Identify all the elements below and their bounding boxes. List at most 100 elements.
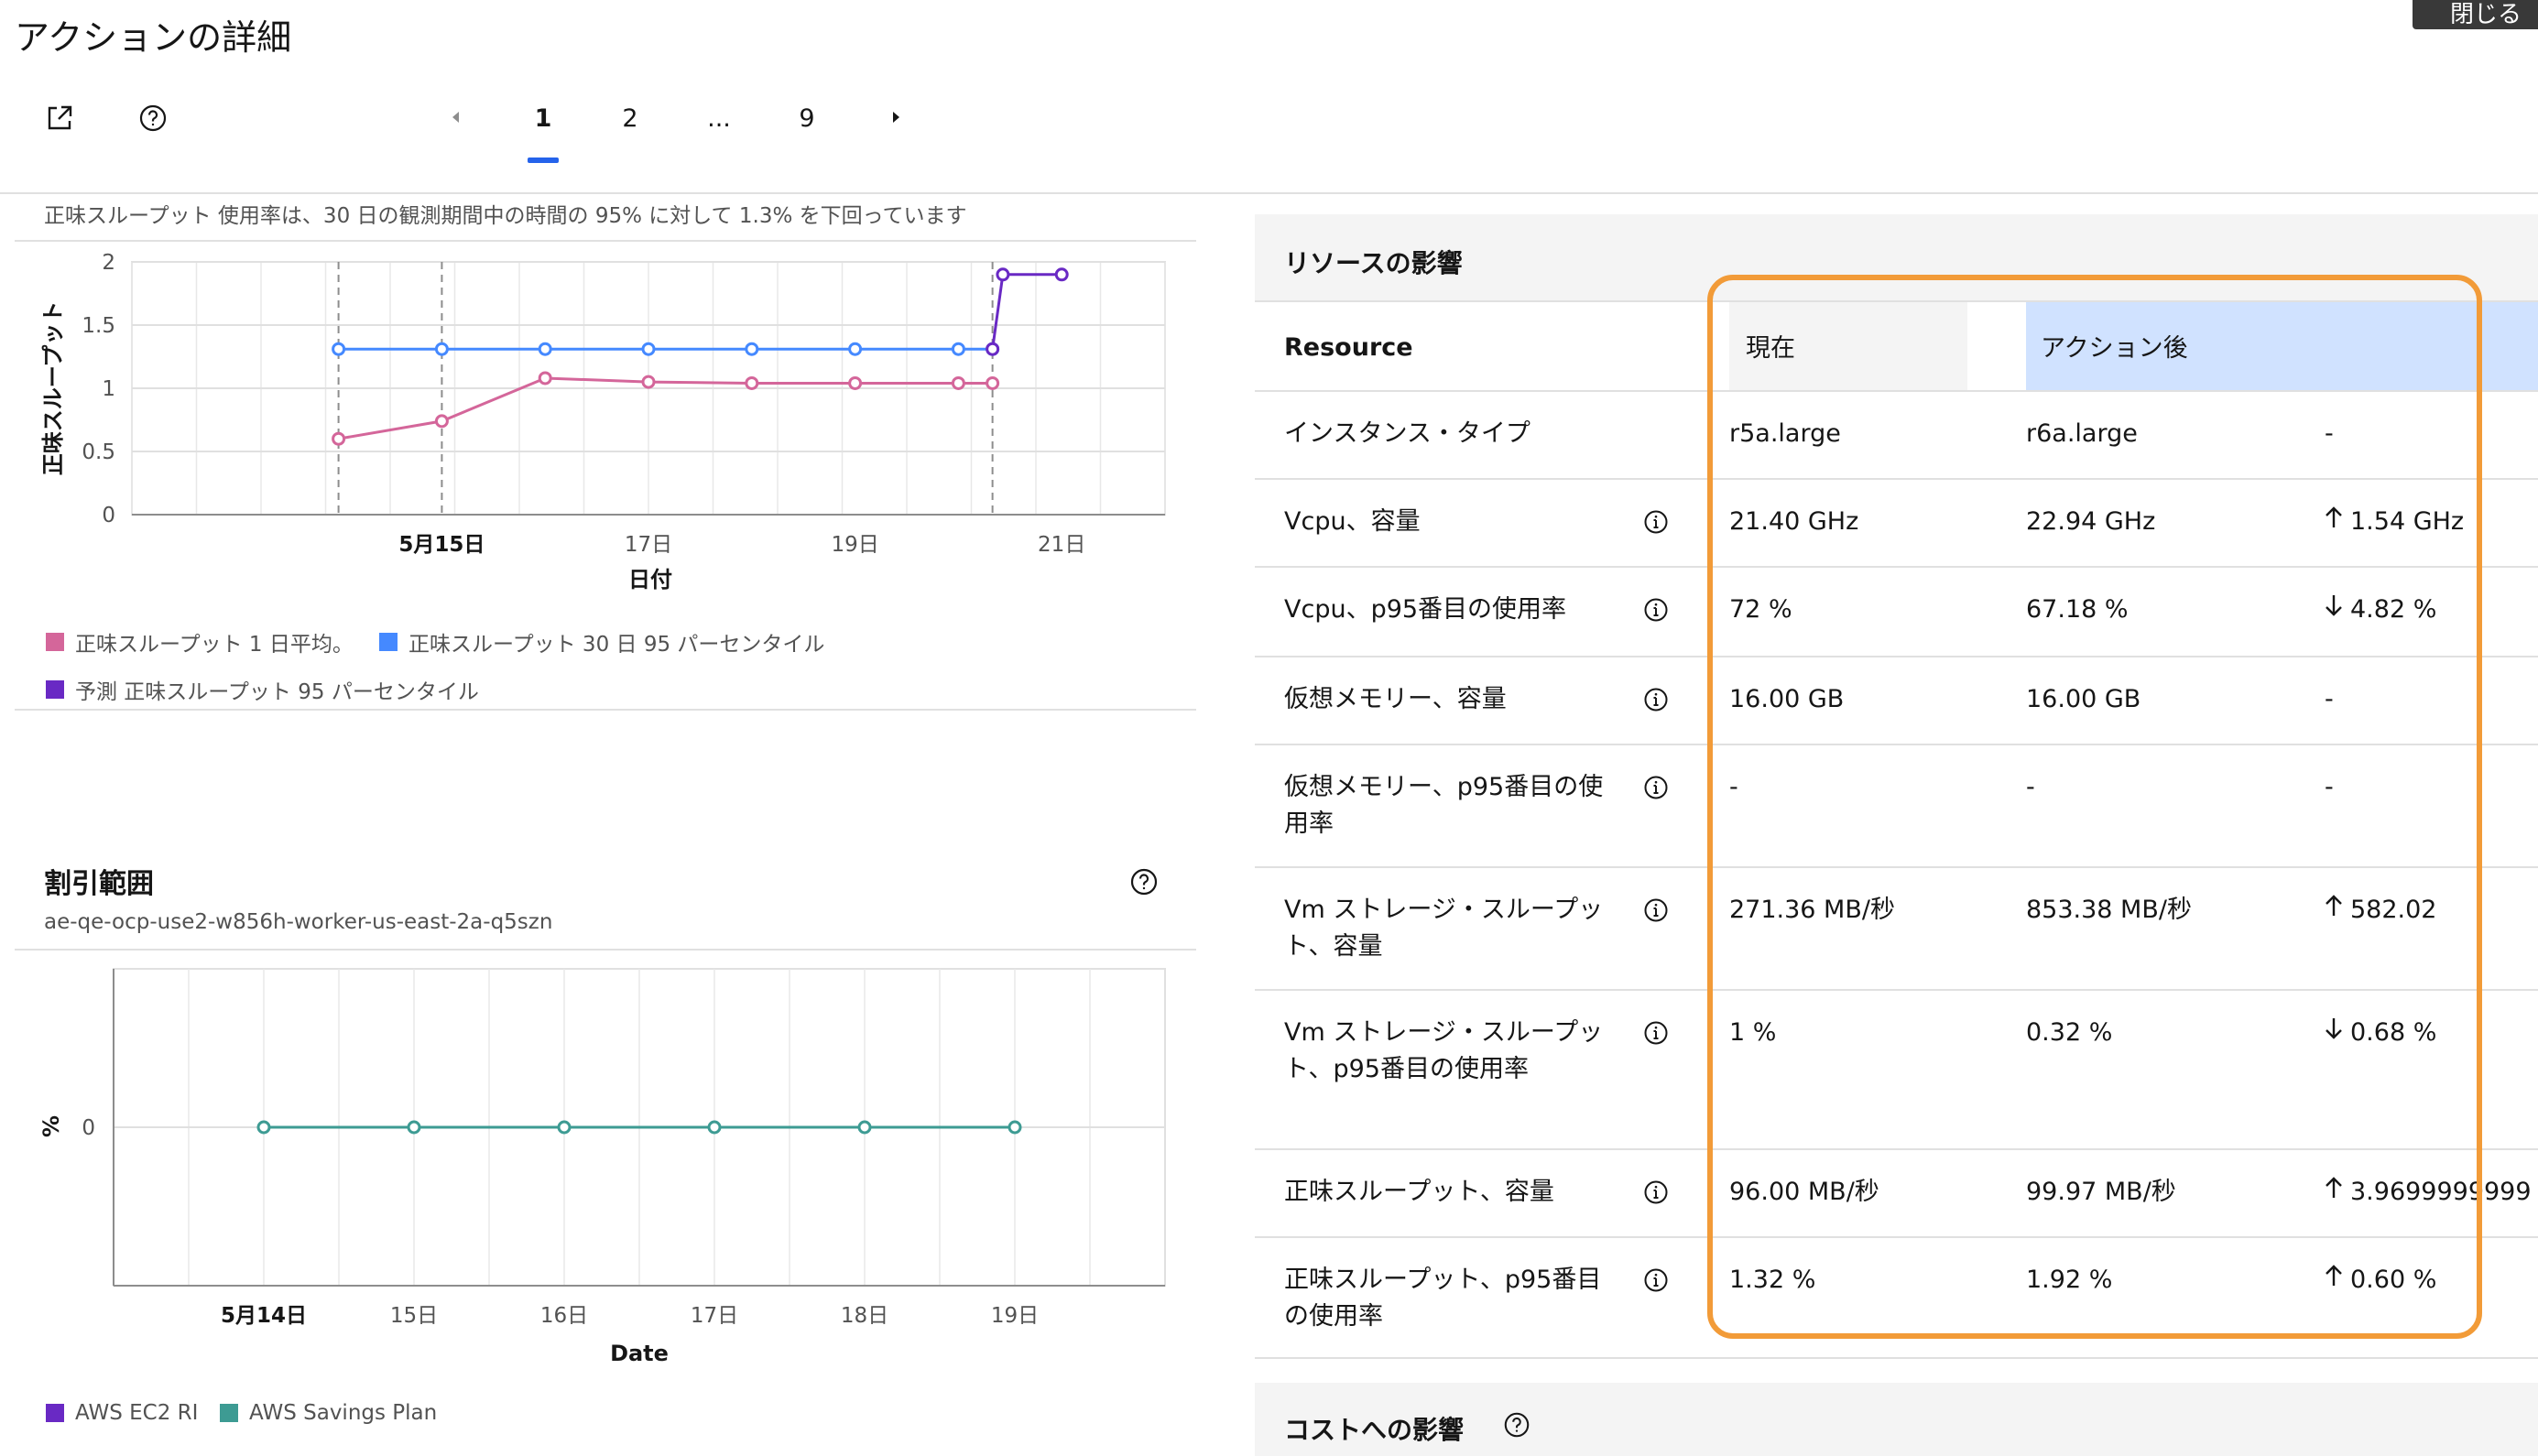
data-point <box>848 342 863 356</box>
change-value: - <box>2325 769 2334 806</box>
y-axis-title: % <box>38 1115 64 1137</box>
legend-swatch <box>220 1404 238 1422</box>
data-point <box>986 342 1000 356</box>
data-point <box>745 375 759 390</box>
after-value: 99.97 MB/秒 <box>2026 1178 2176 1206</box>
divider <box>1255 1148 2538 1150</box>
change-value: 582.02 <box>2325 892 2436 929</box>
legend-swatch <box>46 633 64 651</box>
divider <box>1255 744 2538 745</box>
cost-impact-title: コストへの影響 <box>1284 1415 1465 1445</box>
change-value: - <box>2325 416 2334 452</box>
change-value: 0.60 % <box>2325 1262 2436 1298</box>
legend-swatch <box>46 680 64 699</box>
divider <box>1255 989 2538 991</box>
external-link-icon[interactable] <box>44 103 75 134</box>
data-point <box>641 342 656 356</box>
info-icon[interactable] <box>1643 1179 1669 1205</box>
row-label: 正味スループット、容量 <box>1284 1178 1554 1206</box>
data-point <box>434 414 449 429</box>
divider <box>1255 390 2538 392</box>
info-icon[interactable] <box>1643 687 1669 712</box>
close-button[interactable]: 閉じる <box>2413 0 2538 29</box>
current-value: 21.40 GHz <box>1729 507 1859 536</box>
current-column-label: 現在 <box>1746 334 1795 363</box>
divider <box>1255 478 2538 480</box>
resource-impact-title: リソースの影響 <box>1284 248 1463 278</box>
info-icon[interactable] <box>1643 597 1669 623</box>
after-value: 22.94 GHz <box>2026 507 2156 536</box>
after-value: r6a.large <box>2026 419 2138 448</box>
info-icon[interactable] <box>1643 897 1669 923</box>
legend-label: 予測 正味スループット 95 パーセンタイル <box>75 680 479 704</box>
info-icon[interactable] <box>1643 775 1669 800</box>
x-tick-label: 18日 <box>841 1304 888 1328</box>
data-point <box>848 375 863 390</box>
page-2-button[interactable]: 2 <box>607 104 653 133</box>
help-icon[interactable] <box>1502 1410 1531 1440</box>
info-icon[interactable] <box>1643 1020 1669 1046</box>
current-value: 72 % <box>1729 595 1792 624</box>
y-axis-title: 正味スループット <box>40 301 66 476</box>
x-tick-label: 19日 <box>991 1304 1039 1328</box>
after-value: 1.92 % <box>2026 1266 2113 1294</box>
after-value: - <box>2026 773 2035 801</box>
data-point <box>951 375 965 390</box>
y-tick-label: 2 <box>102 251 115 275</box>
after-value: 0.32 % <box>2026 1018 2113 1047</box>
row-label: Vcpu、p95番目の使用率 <box>1284 595 1567 624</box>
divider <box>15 949 1196 951</box>
chart-caption: 正味スループット 使用率は、30 日の観測期間中の時間の 95% に対して 1.… <box>44 204 967 228</box>
change-text: - <box>2325 419 2334 448</box>
help-icon[interactable] <box>137 103 169 134</box>
x-tick-label: 21日 <box>1038 533 1085 557</box>
arrow-up-icon <box>2325 504 2343 540</box>
x-tick-label: 17日 <box>691 1304 738 1328</box>
header-divider <box>0 192 2538 194</box>
data-point <box>538 342 552 356</box>
divider <box>1255 1357 2538 1359</box>
page-9-button[interactable]: 9 <box>784 104 830 133</box>
page-1-button[interactable]: 1 <box>520 104 566 133</box>
data-point <box>538 371 552 386</box>
discount-subtitle: ae-qe-ocp-use2-w856h-worker-us-east-2a-q… <box>44 910 553 934</box>
y-tick-label: 0.5 <box>82 440 115 464</box>
after-column-label: アクション後 <box>2041 334 2188 363</box>
page-ellipsis[interactable]: ... <box>696 104 742 133</box>
data-point <box>857 1120 872 1135</box>
data-point <box>332 342 346 356</box>
data-point <box>1054 267 1069 282</box>
current-value: 96.00 MB/秒 <box>1729 1178 1879 1206</box>
x-tick-label: 15日 <box>390 1304 438 1328</box>
info-icon[interactable] <box>1643 509 1669 535</box>
row-label: Vcpu、容量 <box>1284 507 1421 536</box>
legend-label: 正味スループット 30 日 95 パーセンタイル <box>408 633 825 657</box>
help-icon[interactable] <box>1128 866 1160 897</box>
after-value: 16.00 GB <box>2026 685 2141 713</box>
arrow-up-icon <box>2325 1174 2343 1211</box>
row-label: インスタンス・タイプ <box>1284 419 1530 448</box>
legend-label: 正味スループット 1 日平均。 <box>75 633 354 657</box>
current-value: 1.32 % <box>1729 1266 1816 1294</box>
x-axis-title: Date <box>610 1341 669 1366</box>
change-value: - <box>2325 681 2334 718</box>
change-text: 0.60 % <box>2350 1266 2437 1294</box>
next-page-icon[interactable] <box>887 108 905 126</box>
y-tick-label: 0 <box>102 504 115 527</box>
info-icon[interactable] <box>1643 1267 1669 1293</box>
change-text: 1.54 GHz <box>2350 507 2465 536</box>
row-label: 正味スループット、p95番目の使用率 <box>1284 1266 1602 1331</box>
current-value: - <box>1729 773 1738 801</box>
previous-page-icon[interactable] <box>447 108 465 126</box>
arrow-down-icon <box>2325 1015 2343 1051</box>
legend-item: 予測 正味スループット 95 パーセンタイル <box>46 674 479 705</box>
active-page-indicator <box>528 158 559 163</box>
divider <box>1255 1236 2538 1238</box>
divider <box>1255 566 2538 568</box>
page-title: アクションの詳細 <box>15 17 292 58</box>
arrow-up-icon <box>2325 1262 2343 1298</box>
arrow-up-icon <box>2325 892 2343 929</box>
legend-label: AWS EC2 RI <box>75 1401 199 1425</box>
change-text: 582.02 <box>2350 896 2437 924</box>
x-tick-label: 5月15日 <box>398 533 485 557</box>
